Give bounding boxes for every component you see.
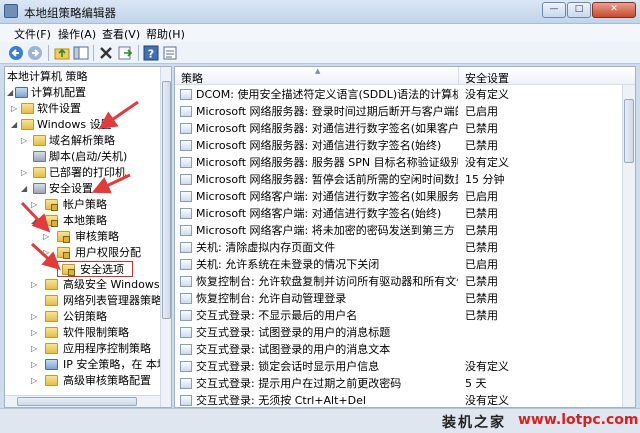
- window: 本地组策略编辑器 — □ ✕ 文件(F) 操作(A) 查看(V) 帮助(H) ?…: [0, 0, 640, 433]
- red-arrow-icon: [30, 242, 61, 271]
- red-arrow-icon: [20, 201, 51, 233]
- red-arrow-icon: [91, 173, 131, 194]
- red-arrow-icon: [98, 100, 139, 130]
- annotation-arrows: [20, 100, 139, 271]
